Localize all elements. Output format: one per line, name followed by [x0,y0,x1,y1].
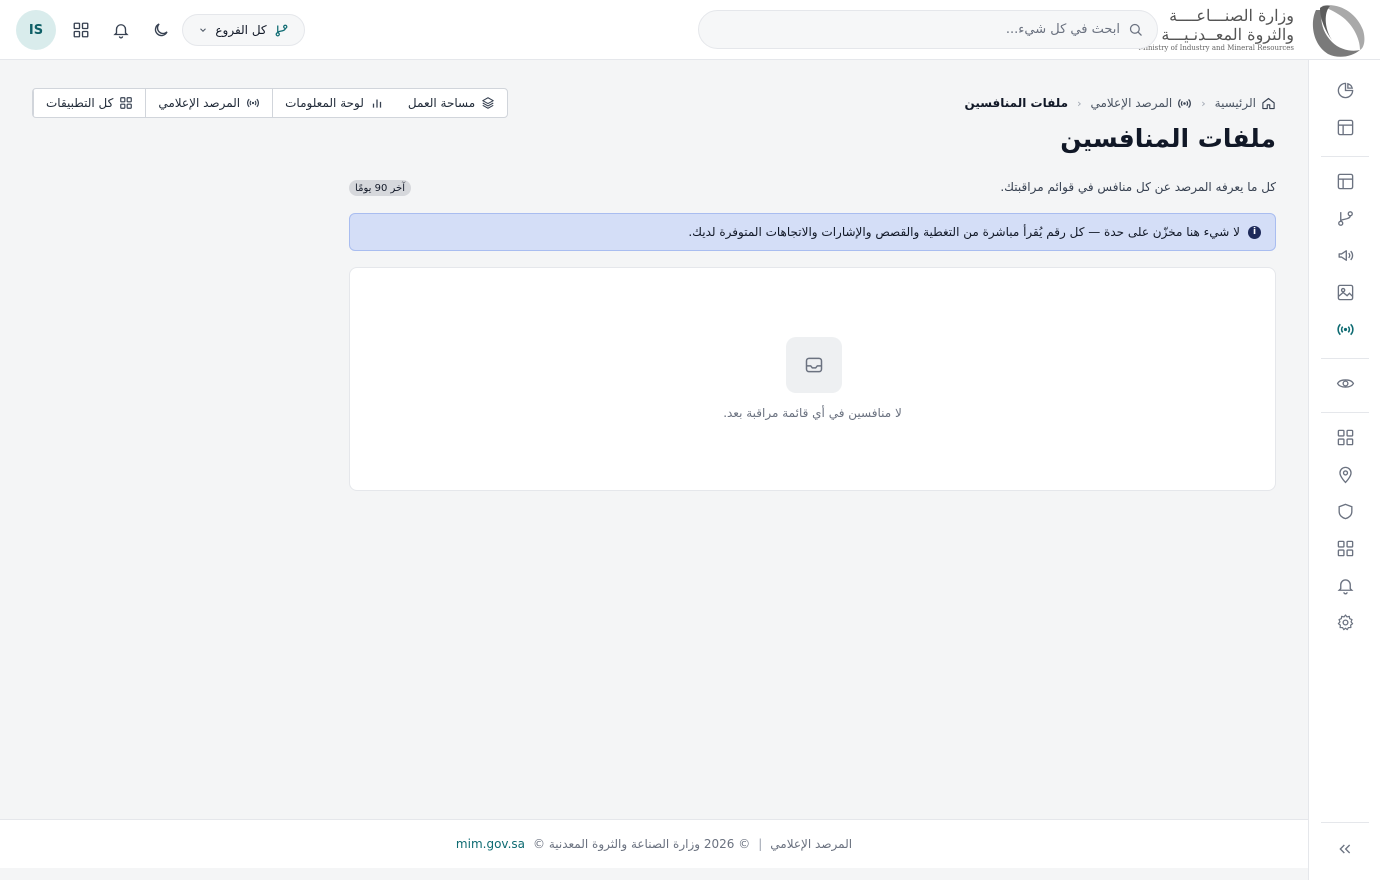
all-apps-button[interactable]: كل التطبيقات [33,89,145,117]
footer-separator: | [758,837,763,851]
sidebar-item-settings[interactable] [1333,610,1357,634]
sidebar-collapse-button[interactable] [1333,837,1357,861]
sidebar-item-panels[interactable] [1333,169,1357,193]
footer-app-name: المرصد الإعلامي [770,837,853,851]
info-banner-text: لا شيء هنا مخزّن على حدة — كل رقم يُقرأ … [688,225,1240,239]
breadcrumb-home[interactable]: الرئيسية [1215,96,1276,111]
moon-icon [154,23,168,37]
shield-icon [1337,503,1353,519]
breadcrumb-separator: ‹ [1077,96,1082,110]
ministry-logo[interactable]: وزارة الصنـــاعــــة والثروة المعــدنـيـ… [1139,0,1380,60]
user-avatar[interactable]: IS [16,10,56,50]
sidebar-item-security[interactable] [1333,499,1357,523]
sidebar-item-alerts[interactable] [1333,573,1357,597]
dashboard-button[interactable]: لوحة المعلومات [272,89,396,117]
layout-icon [1337,119,1353,135]
layout-icon [1337,173,1353,189]
logo-line1: وزارة الصنـــاعــــة [1169,6,1294,25]
sidebar-item-locations[interactable] [1333,462,1357,486]
sidebar-item-media-monitor[interactable] [1333,317,1357,341]
sidebar-nav [1308,60,1380,880]
bar-chart-icon [372,99,382,108]
settings-icon [1337,613,1353,630]
notifications-button[interactable] [109,18,133,42]
ministry-emblem-icon [1312,5,1365,57]
search-input[interactable] [713,22,1120,37]
date-range-badge: آخر 90 يومًا [349,180,411,196]
page-title: ملفات المنافسين [1060,124,1276,153]
workspace-button[interactable]: مساحة العمل [396,89,507,117]
sidebar-item-overview[interactable] [1333,78,1357,102]
info-banner: i لا شيء هنا مخزّن على حدة — كل رقم يُقر… [349,213,1276,251]
broadcast-icon [247,98,260,108]
git-branch-icon [1337,210,1353,226]
breadcrumb-media-monitor-label: المرصد الإعلامي [1090,96,1173,110]
sidebar-divider [1321,358,1369,359]
footer-link[interactable]: mim.gov.sa [456,837,525,851]
logo-text: وزارة الصنـــاعــــة والثروة المعــدنـيـ… [1139,6,1294,53]
global-search[interactable] [698,10,1158,49]
layers-icon [482,97,494,109]
workspace-label: مساحة العمل [407,96,476,110]
page-subtitle: كل ما يعرفه المرصد عن كل منافس في قوائم … [1000,180,1276,194]
sidebar-divider [1321,822,1369,823]
all-apps-label: كل التطبيقات [46,96,114,110]
grid-icon [120,97,133,109]
media-monitor-button[interactable]: المرصد الإعلامي [145,89,272,117]
empty-state-text: لا منافسين في أي قائمة مراقبة بعد. [723,406,902,420]
breadcrumb-separator: ‹ [1201,96,1206,110]
competitors-empty-state: لا منافسين في أي قائمة مراقبة بعد. [349,267,1276,491]
sidebar-divider [1321,412,1369,413]
grid-icon [73,22,89,38]
branch-selector[interactable]: كل الفروع [182,14,305,46]
breadcrumb-current: ملفات المنافسين [964,96,1069,110]
pie-chart-icon [1337,82,1353,98]
logo-english: Ministry of Industry and Mineral Resourc… [1138,44,1294,52]
home-icon [1262,97,1275,109]
search-icon [1129,23,1142,36]
bell-icon [1337,578,1353,594]
sidebar-item-campaigns[interactable] [1333,243,1357,267]
footer: المرصد الإعلامي | © 2026 وزارة الصناعة و… [0,819,1308,868]
sidebar-divider [1321,156,1369,157]
media-monitor-label: المرصد الإعلامي [158,96,241,110]
top-bar: وزارة الصنـــاعــــة والثروة المعــدنـيـ… [0,0,1380,60]
image-icon [1337,284,1353,300]
sidebar-item-branches[interactable] [1333,206,1357,230]
branch-label: كل الفروع [215,23,267,37]
grid-icon [1337,540,1353,556]
dashboard-label: لوحة المعلومات [285,96,364,110]
breadcrumb-home-label: الرئيسية [1214,96,1256,110]
broadcast-icon [1336,323,1354,335]
eye-icon [1336,378,1354,388]
bell-icon [113,24,129,39]
sidebar-item-layout[interactable] [1333,115,1357,139]
megaphone-icon [1337,249,1353,261]
chevron-down-icon [200,28,207,32]
grid-icon [1337,429,1353,445]
footer-copyright: © 2026 وزارة الصناعة والثروة المعدنية © [533,837,751,851]
collapse-icon [1339,844,1351,854]
dark-mode-toggle[interactable] [149,18,173,42]
empty-state-icon-box [786,337,842,393]
inbox-icon [805,357,823,373]
map-pin-icon [1338,466,1352,483]
logo-line2: والثروة المعــدنـيـــة [1161,25,1294,44]
quick-toolbar: كل التطبيقات المرصد الإعلامي لوحة المعلو… [32,88,509,118]
sidebar-item-media[interactable] [1333,280,1357,304]
apps-launcher-button[interactable] [69,18,93,42]
git-branch-icon [275,24,288,36]
info-icon: i [1248,225,1261,239]
sidebar-item-watch[interactable] [1333,371,1357,395]
breadcrumb: الرئيسية ‹ المرصد الإعلامي ‹ ملفات المنا… [965,94,1276,112]
sidebar-item-apps[interactable] [1333,425,1357,449]
sidebar-item-modules[interactable] [1333,536,1357,560]
breadcrumb-media-monitor[interactable]: المرصد الإعلامي [1090,96,1192,111]
broadcast-icon [1178,98,1192,108]
